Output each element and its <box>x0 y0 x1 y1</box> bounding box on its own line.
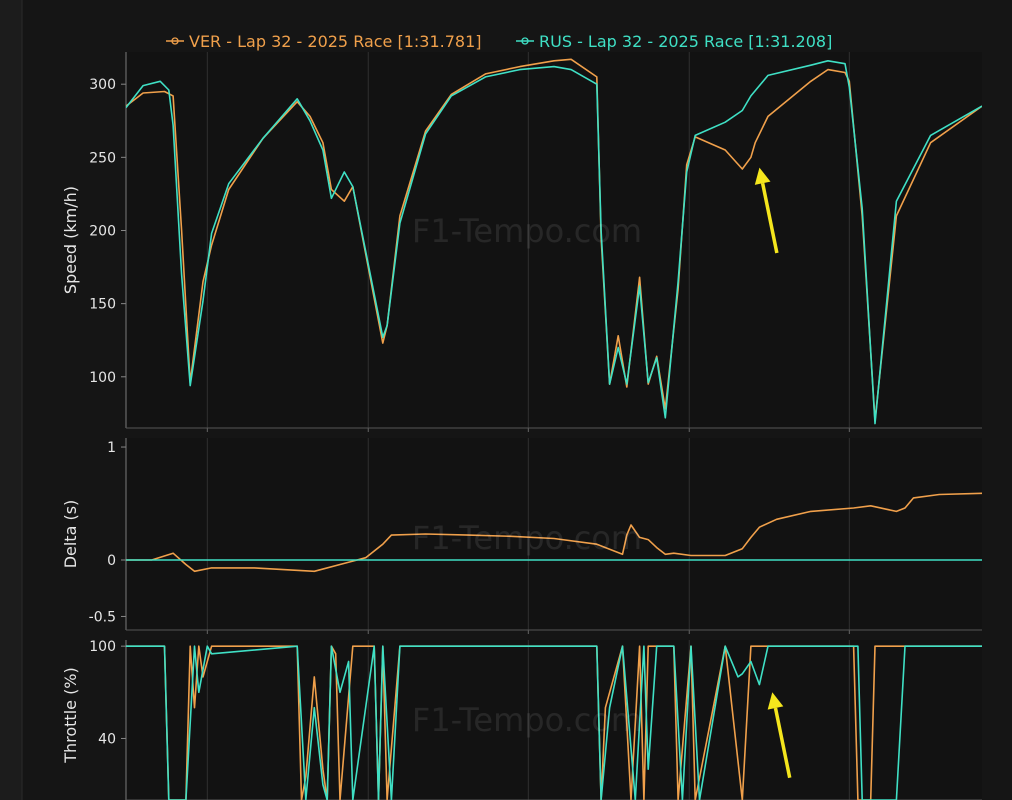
speed-ytick-label-3: 250 <box>89 150 116 166</box>
throttle-ylabel: Throttle (%) <box>61 667 80 764</box>
watermark-delta: F1-Tempo.com <box>412 519 642 557</box>
speed-ylabel: Speed (km/h) <box>61 186 80 294</box>
speed-ytick-label-1: 150 <box>89 297 116 313</box>
speed-ytick-label-4: 300 <box>89 77 116 93</box>
left-edge-strip <box>0 0 22 800</box>
legend-item-rus[interactable]: RUS - Lap 32 - 2025 Race [1:31.208] <box>516 32 832 51</box>
delta-ytick-label-2: 1 <box>107 440 116 456</box>
legend-label-rus: RUS - Lap 32 - 2025 Race [1:31.208] <box>539 32 832 51</box>
speed-ytick-label-0: 100 <box>89 370 116 386</box>
legend-item-ver[interactable]: VER - Lap 32 - 2025 Race [1:31.781] <box>166 32 482 51</box>
watermark-speed: F1-Tempo.com <box>412 212 642 250</box>
telemetry-chart: VER - Lap 32 - 2025 Race [1:31.781] RUS … <box>0 0 1012 800</box>
legend-label-ver: VER - Lap 32 - 2025 Race [1:31.781] <box>189 32 482 51</box>
delta-ylabel: Delta (s) <box>61 500 80 569</box>
throttle-ytick-label-1: 100 <box>89 639 116 655</box>
delta-ytick-label-0: -0.5 <box>89 609 116 625</box>
speed-ytick-label-2: 200 <box>89 223 116 239</box>
throttle-ytick-label-0: 40 <box>98 731 116 747</box>
watermark-throttle: F1-Tempo.com <box>412 701 642 739</box>
delta-ytick-label-1: 0 <box>107 553 116 569</box>
